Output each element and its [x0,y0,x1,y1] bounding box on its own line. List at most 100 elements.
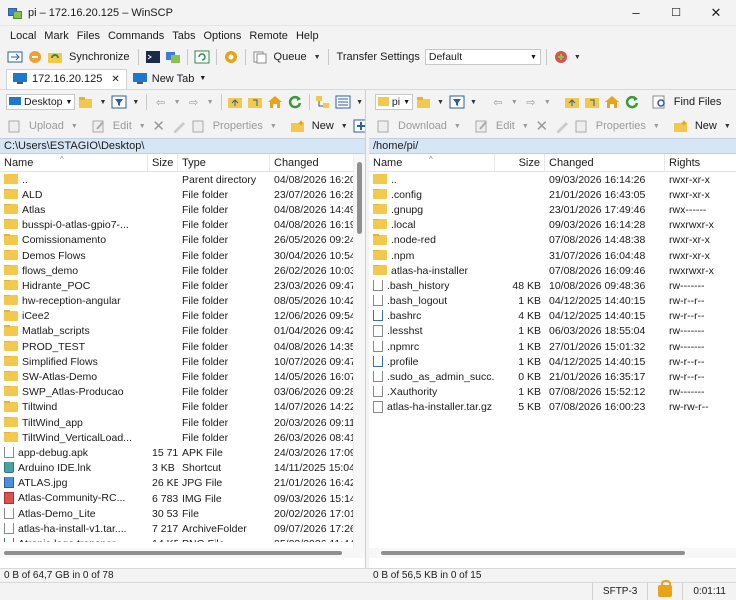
file-row[interactable]: Tiltwind File folder 14/07/2026 14:22: [0,400,365,415]
open-folder-icon[interactable] [415,93,433,111]
file-row[interactable]: .Xauthority 1 KB 07/08/2026 15:52:12 rw----… [369,385,736,400]
root-directory-icon[interactable] [246,93,264,111]
parent-directory-icon[interactable] [563,93,581,111]
queue-button[interactable]: Queue [271,51,310,63]
menu-help[interactable]: Help [292,30,323,42]
delete-icon[interactable]: ✕ [150,117,168,135]
file-row[interactable]: Atronia logo transpar... 14 KBPNG File05/… [0,537,365,542]
file-row[interactable]: hw-reception-angular File folder 08/05/202… [0,294,365,309]
file-row[interactable]: .. 09/03/2026 16:14:26 rwxr-xr-x [369,172,736,187]
file-row[interactable]: TiltWind_VerticalLoad... File folder 26/03… [0,430,365,445]
remote-horizontal-scrollbar[interactable] [369,548,736,558]
download-button[interactable]: Download [395,120,450,132]
file-row[interactable]: busspi-0-atlas-gpio7-... File folder 04/08… [0,218,365,233]
parent-directory-icon[interactable] [226,93,244,111]
close-tab-icon[interactable]: ✕ [111,74,119,85]
file-row[interactable]: atlas-ha-installer 07/08/2026 16:09:46 rwx… [369,263,736,278]
file-row[interactable]: ALD File folder 23/07/2026 16:28: [0,187,365,202]
chevron-down-icon[interactable]: ▼ [339,123,350,130]
transfer-options-icon[interactable] [552,48,570,66]
tab-new[interactable]: New Tab ▼ [127,69,213,89]
new-button[interactable]: New [309,120,337,132]
col-name-header[interactable]: Name [0,154,148,171]
edit-icon[interactable] [473,117,491,135]
minimize-button[interactable]: – [616,0,656,26]
menu-commands[interactable]: Commands [104,30,168,42]
file-row[interactable]: .bash_history 48 KB 10/08/2026 09:48:36 rw-… [369,278,736,293]
file-row[interactable]: .. Parent directory 04/08/2026 16:20: [0,172,365,187]
forward-arrow-icon[interactable]: ⇨ [522,93,540,111]
file-row[interactable]: .profile 1 KB 04/12/2025 14:40:15 rw-r--r-- [369,354,736,369]
preferences-gear-icon[interactable] [222,48,240,66]
refresh-icon[interactable] [623,93,641,111]
col-changed-header[interactable]: Changed [270,154,354,171]
new-button[interactable]: New [692,120,720,132]
col-size-header[interactable]: Size [495,154,545,171]
file-row[interactable]: Atlas-Community-RC... 6 783 82... IMG File… [0,491,365,506]
file-row[interactable]: Atlas File folder 04/08/2026 14:49: [0,202,365,217]
refresh-queue-icon[interactable] [193,48,211,66]
local-horizontal-scrollbar[interactable] [0,548,354,558]
file-row[interactable]: .npm 31/07/2026 16:04:48 rwxr-xr-x [369,248,736,263]
root-directory-icon[interactable] [583,93,601,111]
file-row[interactable]: Demos Flows File folder 30/04/2026 10:54: [0,248,365,263]
home-icon[interactable] [603,93,621,111]
menu-tabs[interactable]: Tabs [168,30,199,42]
upload-icon[interactable] [6,117,24,135]
file-row[interactable]: SWP_Atlas-Producao File folder 03/06/2026 … [0,385,365,400]
remote-path-bar[interactable]: /home/pi/ [369,138,736,154]
queue-dropdown-arrow-icon[interactable]: ▼ [312,54,323,61]
col-rights-header[interactable]: Rights [665,154,735,171]
menu-local[interactable]: Local [6,30,40,42]
chevron-down-icon[interactable]: ▼ [97,99,108,106]
synchronize-icon[interactable] [46,48,64,66]
properties-icon[interactable] [573,117,591,135]
download-icon[interactable] [375,117,393,135]
tree-view-icon[interactable] [314,93,332,111]
col-size-header[interactable]: Size [148,154,178,171]
menu-mark[interactable]: Mark [40,30,72,42]
local-location-select[interactable]: Desktop ▼ [6,94,76,110]
menu-remote[interactable]: Remote [245,30,292,42]
chevron-down-icon[interactable]: ▼ [520,123,531,130]
rename-icon[interactable] [553,117,571,135]
chevron-down-icon[interactable]: ▼ [199,75,206,82]
filter-icon[interactable] [110,93,128,111]
chevron-down-icon[interactable]: ▼ [722,123,733,130]
file-row[interactable]: Arduino IDE.lnk 3 KB Shortcut 14/11/2025 15… [0,461,365,476]
synchronize-button[interactable]: Synchronize [66,51,133,63]
edit-icon[interactable] [90,117,108,135]
terminal-icon[interactable] [144,48,162,66]
view-mode-icon[interactable] [334,93,352,111]
tab-session[interactable]: 172.16.20.125 ✕ [6,68,127,89]
file-row[interactable]: .sudo_as_admin_succ... 0 KB 21/01/2026 16:… [369,369,736,384]
col-changed-header[interactable]: Changed [545,154,665,171]
edit-button[interactable]: Edit [110,120,135,132]
delete-icon[interactable]: ✕ [533,117,551,135]
filter-icon[interactable] [448,93,466,111]
chevron-down-icon[interactable]: ▼ [452,123,463,130]
chevron-down-icon[interactable]: ▼ [205,99,216,106]
new-folder-icon[interactable] [672,117,690,135]
chevron-down-icon[interactable]: ▼ [435,99,446,106]
properties-button[interactable]: Properties [593,120,649,132]
chevron-down-icon[interactable]: ▼ [509,99,520,106]
file-row[interactable]: PROD_TEST File folder 04/08/2026 14:35: [0,339,365,354]
chevron-down-icon[interactable]: ▼ [268,123,279,130]
find-files-button[interactable]: Find Files [671,96,725,108]
open-folder-icon[interactable] [77,93,95,111]
chevron-down-icon[interactable]: ▼ [542,99,553,106]
chevron-down-icon[interactable]: ▼ [354,99,365,106]
upload-button[interactable]: Upload [26,120,67,132]
chevron-down-icon[interactable]: ▼ [137,123,148,130]
compare-directories-icon[interactable] [6,48,24,66]
file-row[interactable]: .bash_logout 1 KB 04/12/2025 14:40:15 rw-r-… [369,294,736,309]
col-type-header[interactable]: Type [178,154,270,171]
menu-files[interactable]: Files [73,30,104,42]
file-row[interactable]: Comissionamento File folder 26/05/2026 09:… [0,233,365,248]
properties-icon[interactable] [190,117,208,135]
file-row[interactable]: .local 09/03/2026 16:14:28 rwxrwxr-x [369,218,736,233]
local-path-bar[interactable]: C:\Users\ESTAGIO\Desktop\ [0,138,365,154]
back-arrow-icon[interactable]: ⇦ [489,93,507,111]
file-row[interactable]: Simplified Flows File folder 10/07/2026 09… [0,354,365,369]
